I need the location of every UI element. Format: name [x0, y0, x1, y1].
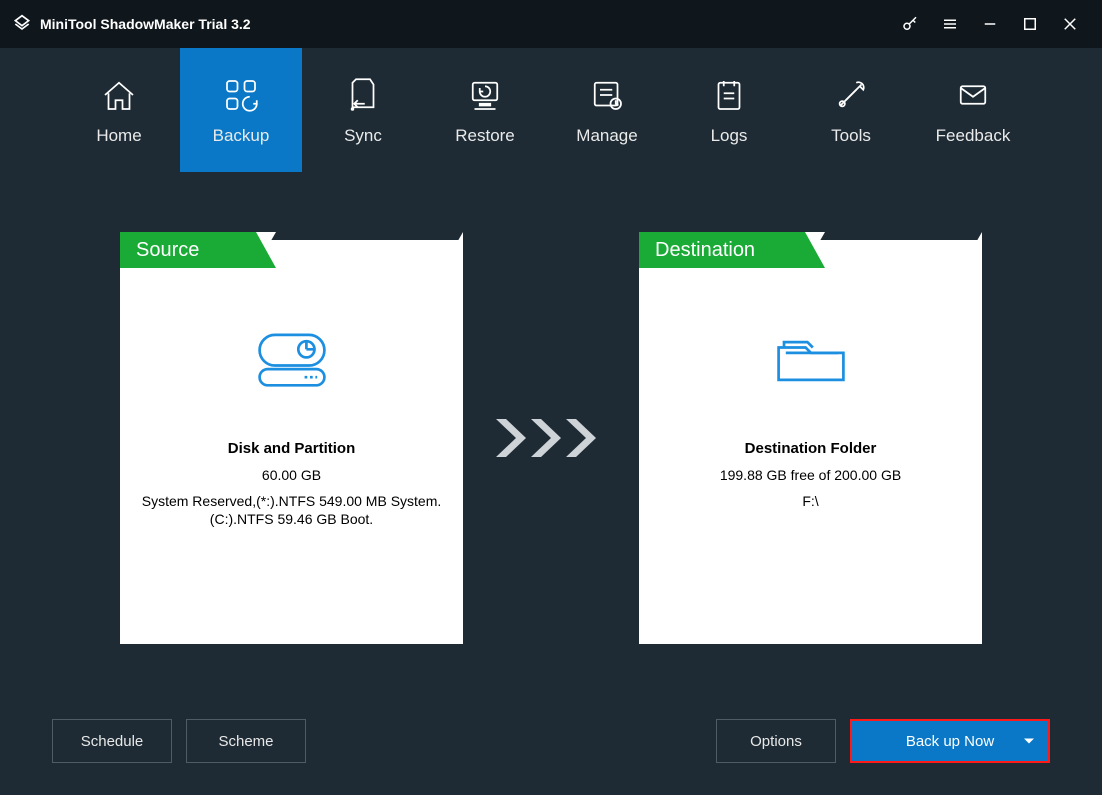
- nav-tools[interactable]: Tools: [790, 48, 912, 172]
- options-button-label: Options: [750, 733, 802, 750]
- scheme-button-label: Scheme: [218, 733, 273, 750]
- source-detail-2: (C:).NTFS 59.46 GB Boot.: [210, 511, 373, 527]
- source-detail-1: System Reserved,(*:).NTFS 549.00 MB Syst…: [142, 493, 442, 509]
- chevron-down-icon: [1024, 739, 1034, 744]
- destination-tab: Destination: [639, 232, 805, 268]
- arrows-icon: [491, 415, 611, 461]
- app-logo: MiniTool ShadowMaker Trial 3.2: [12, 14, 251, 34]
- folder-icon: [766, 328, 856, 394]
- backup-now-label: Back up Now: [906, 733, 994, 750]
- source-tab: Source: [120, 232, 256, 268]
- maximize-icon[interactable]: [1010, 0, 1050, 48]
- footer: Schedule Scheme Options Back up Now: [0, 719, 1102, 763]
- nav-logs[interactable]: Logs: [668, 48, 790, 172]
- key-icon[interactable]: [890, 0, 930, 48]
- destination-free: 199.88 GB free of 200.00 GB: [720, 467, 901, 483]
- close-icon[interactable]: [1050, 0, 1090, 48]
- nav-sync[interactable]: Sync: [302, 48, 424, 172]
- titlebar: MiniTool ShadowMaker Trial 3.2: [0, 0, 1102, 48]
- nav-manage-label: Manage: [576, 126, 637, 146]
- nav-backup[interactable]: Backup: [180, 48, 302, 172]
- source-card[interactable]: Source Disk and Partition 60.00 GB Syste…: [120, 232, 463, 644]
- source-size: 60.00 GB: [262, 467, 321, 483]
- source-tab-label: Source: [136, 239, 199, 262]
- nav-tools-label: Tools: [831, 126, 871, 146]
- nav-sync-label: Sync: [344, 126, 382, 146]
- destination-card[interactable]: Destination Destination Folder 199.88 GB…: [639, 232, 982, 644]
- options-button[interactable]: Options: [716, 719, 836, 763]
- menu-icon[interactable]: [930, 0, 970, 48]
- disk-icon: [247, 328, 337, 394]
- nav-manage[interactable]: Manage: [546, 48, 668, 172]
- schedule-button[interactable]: Schedule: [52, 719, 172, 763]
- app-title: MiniTool ShadowMaker Trial 3.2: [40, 16, 251, 32]
- content-area: Source Disk and Partition 60.00 GB Syste…: [0, 172, 1102, 644]
- destination-tab-label: Destination: [655, 239, 755, 262]
- nav-logs-label: Logs: [711, 126, 748, 146]
- source-title: Disk and Partition: [228, 440, 356, 457]
- backup-now-button[interactable]: Back up Now: [850, 719, 1050, 763]
- nav-restore-label: Restore: [455, 126, 515, 146]
- destination-title: Destination Folder: [745, 440, 877, 457]
- nav-backup-label: Backup: [213, 126, 270, 146]
- nav-feedback-label: Feedback: [936, 126, 1011, 146]
- nav-home[interactable]: Home: [58, 48, 180, 172]
- nav-restore[interactable]: Restore: [424, 48, 546, 172]
- nav-feedback[interactable]: Feedback: [912, 48, 1034, 172]
- scheme-button[interactable]: Scheme: [186, 719, 306, 763]
- destination-path: F:\: [802, 493, 818, 509]
- nav-home-label: Home: [96, 126, 141, 146]
- schedule-button-label: Schedule: [81, 733, 144, 750]
- minimize-icon[interactable]: [970, 0, 1010, 48]
- main-nav: Home Backup Sync Restore Manage Logs Too…: [0, 48, 1102, 172]
